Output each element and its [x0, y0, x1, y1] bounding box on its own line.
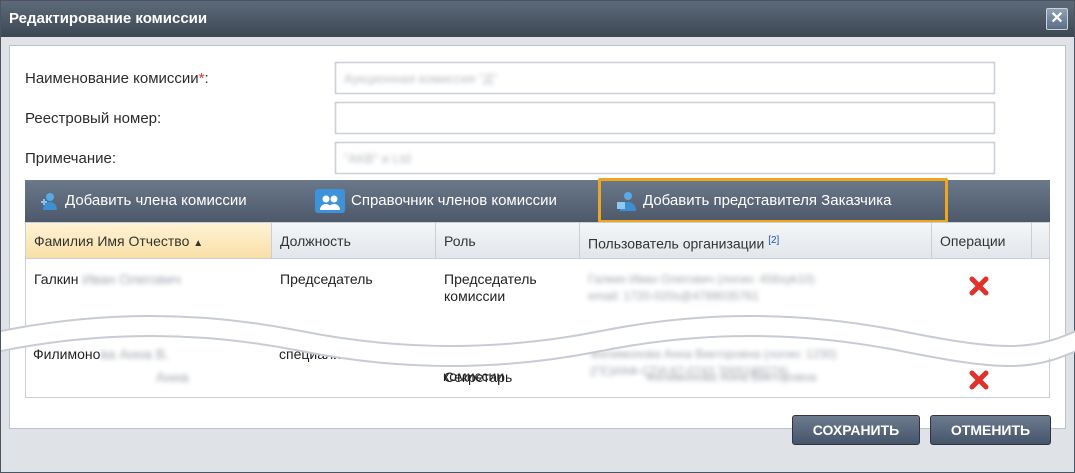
column-header-operations: Операции — [932, 223, 1032, 259]
members-directory-button[interactable]: Справочник членов комиссии — [315, 180, 557, 222]
close-icon[interactable]: ✕ — [1046, 8, 1068, 30]
column-header-position[interactable]: Должность — [272, 223, 436, 259]
cell-fio-hidden: Иван Олегович — [82, 271, 181, 287]
cell-user: Галкин Иван Олегович (логин: 456xyk10) em… — [588, 272, 815, 303]
dialog-titlebar: Редактирование комиссии ✕ — [1, 1, 1074, 37]
cell-position: Председатель — [280, 271, 373, 287]
save-button[interactable]: СОХРАНИТЬ — [792, 415, 920, 445]
torn-edge-divider — [1, 315, 1075, 367]
registry-number-field[interactable] — [335, 102, 995, 134]
cell-role: Председатель комиссии — [444, 271, 537, 304]
delete-icon[interactable] — [968, 369, 990, 391]
commission-name-field[interactable]: Аукционная комиссия "Д" — [335, 62, 995, 94]
cell-fio: Галкин — [34, 271, 79, 287]
sort-asc-icon: ▲ — [193, 238, 204, 249]
add-user-icon — [41, 193, 57, 211]
cell-fio-hidden: Анна — [156, 369, 189, 385]
column-header-user[interactable]: Пользователь организации [2] — [580, 223, 932, 259]
add-member-button[interactable]: Добавить члена комиссии — [39, 180, 247, 222]
column-header-fio[interactable]: Фамилия Имя Отчество ▲ — [26, 223, 272, 259]
dialog-title: Редактирование комиссии — [9, 10, 208, 27]
users-directory-icon — [315, 189, 345, 214]
column-header-role[interactable]: Роль — [436, 223, 580, 259]
note-field[interactable]: "АКВ" и Ltd — [335, 142, 995, 174]
table-row[interactable]: Галкин Иван Олегович — [34, 271, 181, 288]
registry-label: Реестровый номер: — [25, 110, 162, 127]
delete-icon[interactable] — [968, 275, 990, 297]
note-label: Примечание: — [25, 150, 116, 167]
column-header-spacer — [1032, 223, 1049, 259]
highlight-frame — [598, 178, 948, 223]
dialog-body: Наименование комиссии*: Аукционная комис… — [9, 45, 1066, 429]
edit-commission-dialog: Редактирование комиссии ✕ Наименование к… — [0, 0, 1075, 473]
footnote-ref[interactable]: [2] — [768, 235, 779, 246]
name-label: Наименование комиссии*: — [25, 70, 209, 87]
cancel-button[interactable]: ОТМЕНИТЬ — [930, 415, 1051, 445]
